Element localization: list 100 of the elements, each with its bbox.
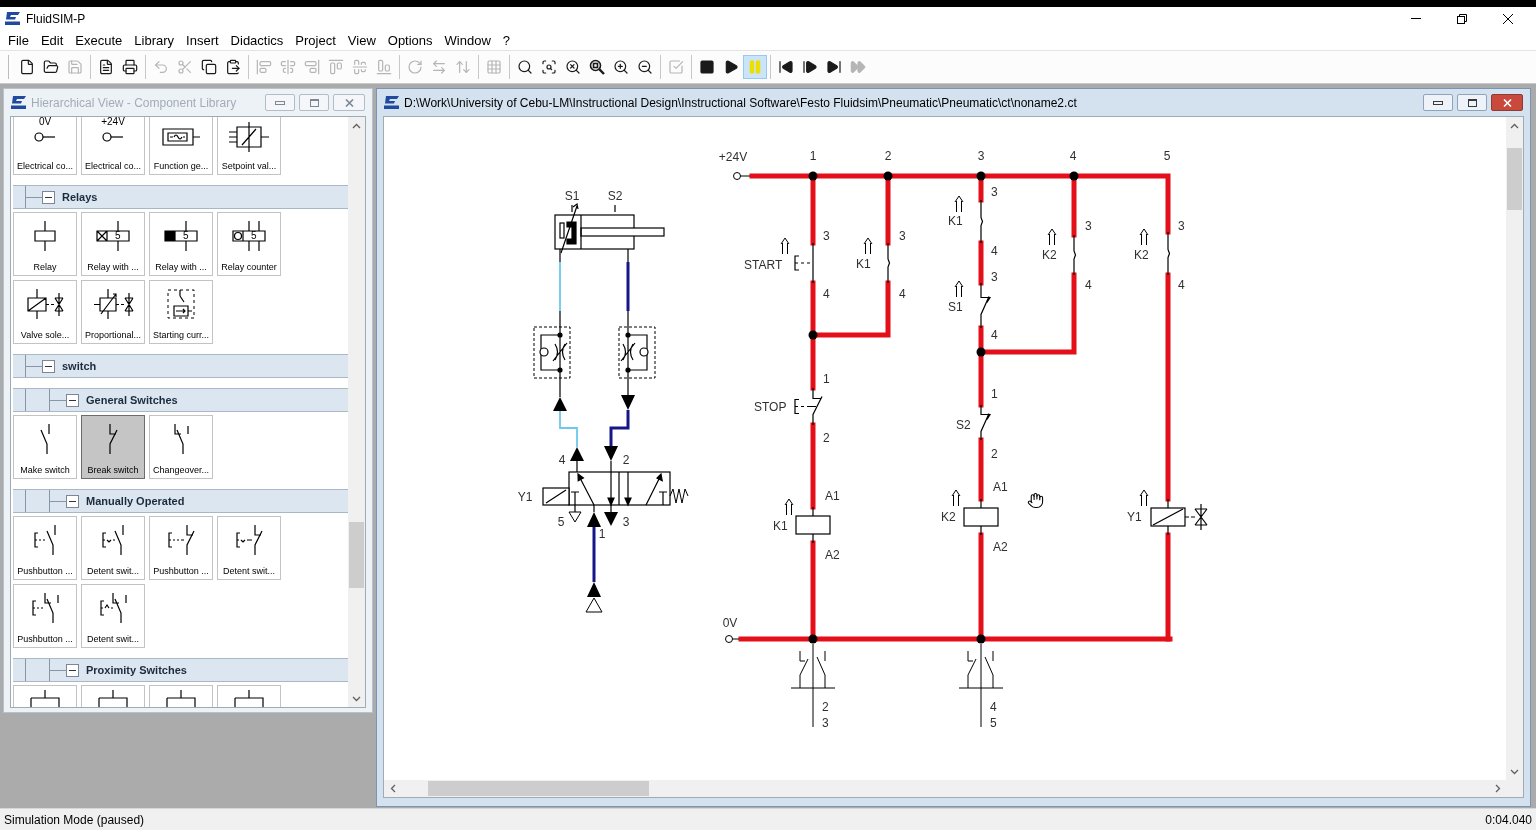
junction-dot-icon (976, 347, 986, 357)
menu-item[interactable]: Project (289, 33, 342, 47)
menu-item[interactable]: View (341, 33, 382, 47)
close-icon (344, 98, 354, 107)
scrollbar-thumb[interactable] (1507, 148, 1522, 210)
sensor-tick-icon (571, 205, 573, 212)
component-tile[interactable]: Pushbutton ... (149, 516, 213, 580)
terminal-number: 4 (823, 287, 830, 301)
component-tile[interactable]: Valve sole... (13, 280, 77, 344)
component-label: K2 (1042, 248, 1057, 262)
collapse-icon[interactable] (66, 494, 79, 508)
collapse-icon[interactable] (66, 663, 79, 677)
pushbutton-changeover-icon (31, 592, 59, 624)
component-tile[interactable]: Detent swit... (217, 516, 281, 580)
junction-dot-icon (976, 171, 986, 181)
contact-table-entry: 2 (822, 700, 829, 714)
library-group-header[interactable]: Relays (13, 185, 348, 209)
component-label: S1 (948, 300, 963, 314)
scrollbar-thumb[interactable] (428, 781, 649, 796)
toolbar-grip[interactable] (8, 55, 11, 79)
component-tile[interactable]: Break switch (81, 415, 145, 479)
menu-item[interactable]: Execute (69, 33, 129, 47)
component-tile[interactable]: Changeover... (149, 415, 213, 479)
function-generator-icon (161, 128, 201, 146)
port-number: 3 (622, 515, 630, 529)
component-tile[interactable]: Detent swit... (81, 584, 145, 648)
actuation-arrow-icon (784, 498, 794, 516)
close-button[interactable] (333, 94, 365, 111)
flow-arrow-icon (587, 512, 601, 527)
junction-dot-icon (883, 171, 893, 181)
component-tile[interactable] (13, 685, 77, 707)
terminal-number: A2 (993, 540, 1008, 554)
terminal-number: 1 (991, 387, 998, 401)
component-tile[interactable]: 0V Electrical co... (13, 117, 77, 175)
component-tile[interactable]: +24V Electrical co... (81, 117, 145, 175)
component-tile[interactable]: 5 Relay with ... (149, 212, 213, 276)
component-tile[interactable] (217, 685, 281, 707)
counter-relay-icon (232, 220, 266, 252)
menu-item[interactable]: Options (381, 33, 439, 47)
relay-contact (1073, 234, 1077, 276)
zoom-out-icon (637, 59, 653, 75)
close-button[interactable] (1491, 94, 1523, 111)
component-tile[interactable]: Relay (13, 212, 77, 276)
collapse-icon[interactable] (42, 190, 55, 204)
menu-item[interactable]: ? (496, 33, 517, 47)
library-group-header[interactable]: switch (13, 354, 348, 378)
app-logo-icon (4, 11, 21, 26)
grid-icon (486, 59, 502, 75)
simulation-time: 0:04.040 (1485, 811, 1532, 829)
component-tile[interactable]: Starting curr... (149, 280, 213, 344)
junction-dot-icon (808, 330, 818, 340)
menu-item[interactable]: File (2, 33, 35, 47)
document-icon (98, 59, 114, 75)
menu-item[interactable]: Window (438, 33, 497, 47)
relay-coil (795, 506, 831, 544)
menu-item[interactable]: Insert (180, 33, 225, 47)
component-label: STOP (754, 400, 787, 414)
actuation-arrow-icon (780, 237, 790, 255)
library-group-header[interactable]: General Switches (13, 388, 348, 412)
minimize-button[interactable] (1423, 94, 1453, 111)
component-tile[interactable] (149, 685, 213, 707)
restore-button[interactable] (1457, 94, 1487, 111)
terminal-number: 4 (991, 244, 998, 258)
library-group-header[interactable]: Manually Operated (13, 489, 348, 513)
actuation-arrow-icon (951, 489, 961, 507)
component-tile[interactable]: 5 Relay with ... (81, 212, 145, 276)
horizontal-scrollbar[interactable] (384, 780, 1506, 797)
flow-arrow-icon (587, 582, 601, 597)
menu-item[interactable]: Didactics (224, 33, 290, 47)
collapse-icon[interactable] (42, 359, 55, 373)
component-tile[interactable]: Make switch (13, 415, 77, 479)
pause-icon (747, 59, 763, 75)
actuation-arrow-icon (954, 195, 964, 213)
current-path-number: 3 (977, 149, 985, 163)
actuation-arrow-icon (1047, 228, 1057, 246)
terminal-number: 4 (1085, 278, 1092, 292)
scrollbar-thumb[interactable] (349, 522, 364, 588)
collapse-icon[interactable] (66, 393, 79, 407)
crossed-relay-icon (96, 220, 130, 252)
component-tile[interactable]: Proportional... (81, 280, 145, 344)
component-tile[interactable]: Function ge... (149, 117, 213, 175)
undo-icon (153, 59, 169, 75)
menu-item[interactable]: Edit (34, 33, 70, 47)
component-tile[interactable] (81, 685, 145, 707)
component-tile[interactable]: 5 Relay counter (217, 212, 281, 276)
component-label: K1 (773, 519, 788, 533)
current-path-number: 2 (884, 149, 892, 163)
symbol-label: 0V (38, 117, 52, 127)
component-tile[interactable]: Setpoint val... (217, 117, 281, 175)
vertical-scrollbar[interactable] (1506, 117, 1523, 780)
menu-item[interactable]: Library (128, 33, 181, 47)
component-tile[interactable]: Detent swit... (81, 516, 145, 580)
library-group-header[interactable]: Proximity Switches (13, 658, 348, 682)
port-number: 5 (557, 515, 565, 529)
terminal-number: 1 (823, 372, 830, 386)
component-tile[interactable]: Pushbutton ... (13, 584, 77, 648)
hand-cursor-icon (1028, 493, 1043, 508)
component-tile[interactable]: Pushbutton ... (13, 516, 77, 580)
vertical-scrollbar[interactable] (348, 117, 365, 707)
align-center-icon (280, 59, 296, 75)
